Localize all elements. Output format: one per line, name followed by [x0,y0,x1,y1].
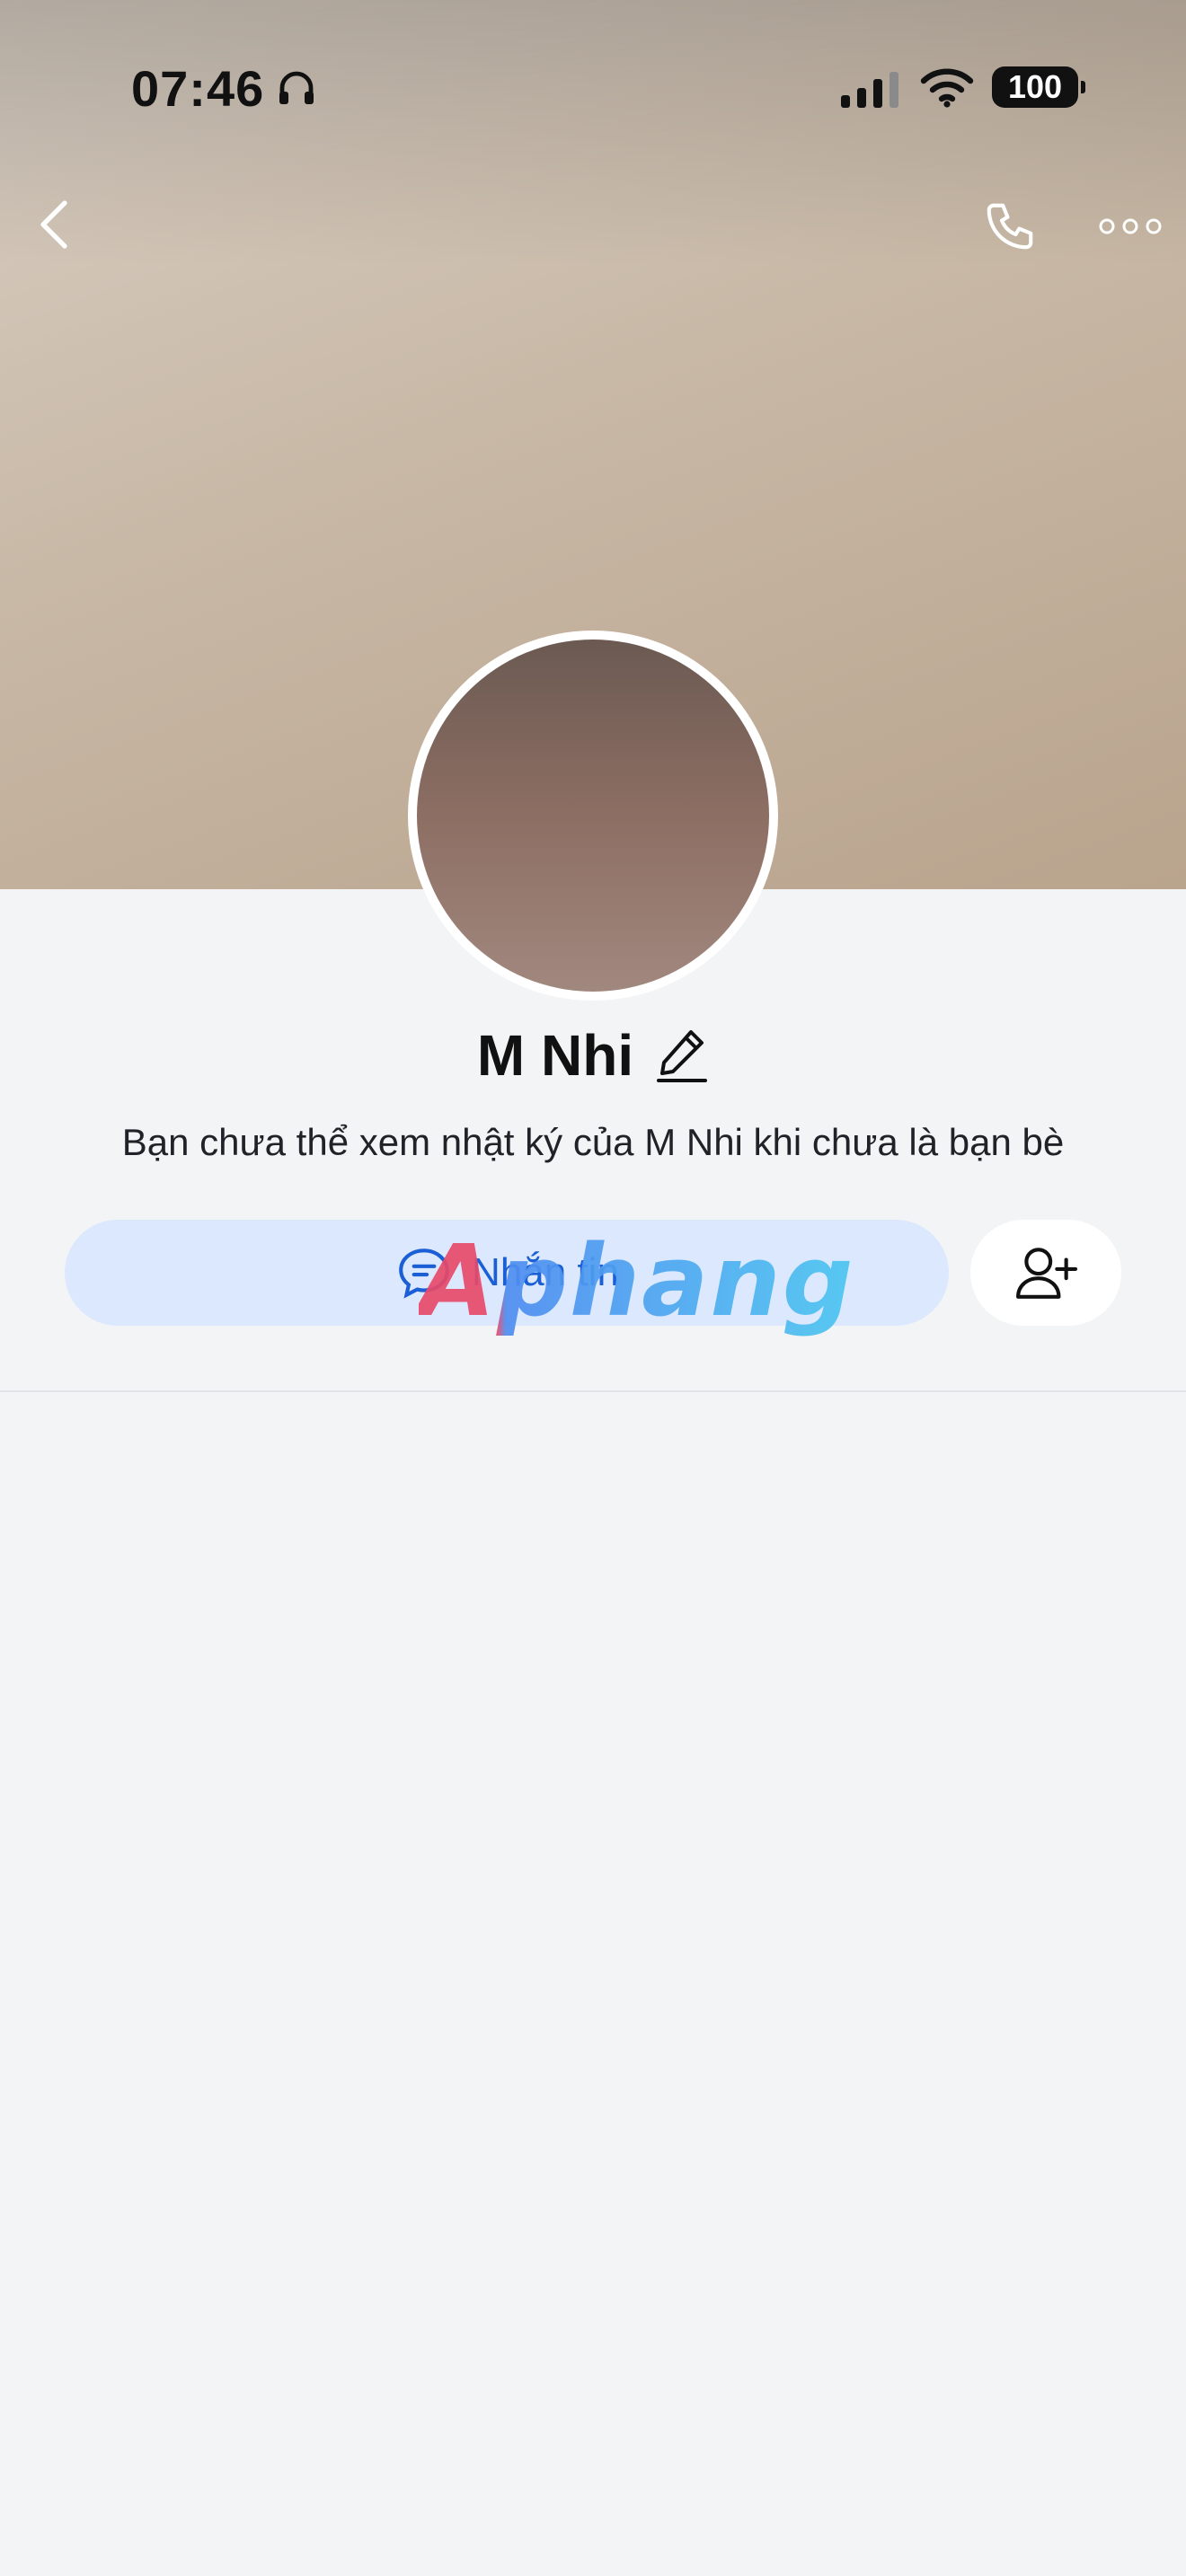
edit-icon[interactable] [655,1027,709,1084]
profile-name: M Nhi [476,1023,634,1088]
back-button[interactable] [27,189,81,260]
add-friend-icon [1016,1248,1077,1299]
call-button[interactable] [976,192,1044,260]
more-icon [1099,218,1162,234]
avatar-frame[interactable] [408,631,778,1001]
headphone-icon [279,71,314,104]
more-options-button[interactable] [1089,199,1172,253]
message-button-label: Nhắn tin [472,1250,619,1294]
add-friend-button[interactable] [970,1220,1121,1326]
profile-name-row: M Nhi [0,1015,1186,1096]
section-divider [0,1390,1186,1392]
status-time: 07:46 [131,60,265,117]
message-icon [399,1248,449,1299]
message-button[interactable]: Nhắn tin [65,1220,949,1326]
back-icon [40,200,67,249]
profile-screen: 07:46 100 M Nhi Bạn chưa thể xem nhật ký… [0,0,1186,2576]
privacy-notice: Bạn chưa thể xem nhật ký của M Nhi khi c… [121,1121,1065,1163]
signal-icon [841,72,898,108]
avatar[interactable] [417,640,769,992]
wifi-icon [920,68,974,108]
call-icon [987,203,1033,250]
battery-indicator: 100 [992,66,1085,108]
status-bar: 07:46 100 [0,54,1186,117]
